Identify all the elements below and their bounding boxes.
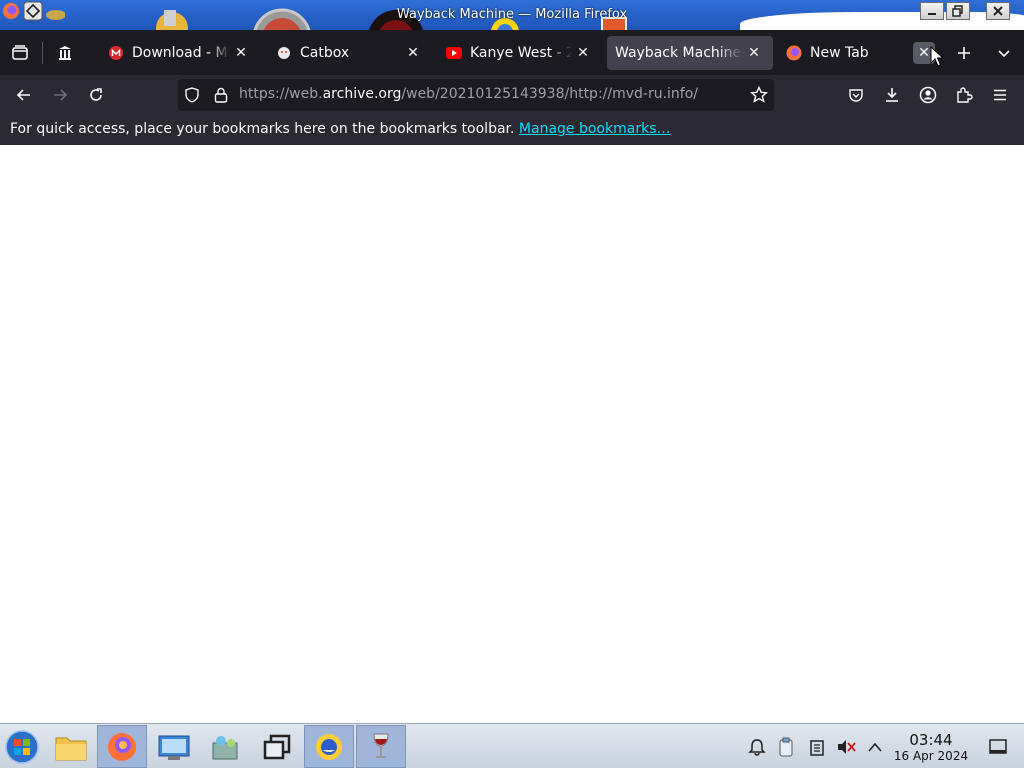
firefox-view-icon: [12, 45, 28, 60]
url-path: /web/20210125143938/http://mvd-ru.info/: [401, 86, 699, 102]
tab-youtube[interactable]: Kanye West - 2001 ✕: [438, 36, 602, 70]
taskbar-system-settings[interactable]: [149, 725, 199, 768]
tab-wayback-machine[interactable]: Wayback Machine ✕: [607, 36, 773, 70]
tab-mega[interactable]: Download - MEGA ✕: [100, 36, 260, 70]
puzzle-icon: [957, 87, 973, 103]
reload-button[interactable]: [80, 79, 112, 111]
clock-date[interactable]: 16 Apr 2024: [890, 749, 972, 763]
app-menu-button[interactable]: [984, 79, 1016, 111]
installer-icon: [212, 735, 238, 759]
taskbar-file-manager[interactable]: [46, 725, 96, 768]
taskbar-window-switcher[interactable]: [252, 725, 302, 768]
close-tab-icon[interactable]: ✕: [230, 42, 252, 64]
lock-icon[interactable]: [213, 86, 229, 108]
firefox-icon: [108, 732, 136, 761]
tab-label: Wayback Machine: [615, 45, 742, 61]
maximize-button[interactable]: [946, 2, 970, 20]
navigation-toolbar: https://web.archive.org/web/202101251439…: [0, 75, 1024, 115]
folder-icon: [55, 737, 87, 760]
monitor-settings-icon: [158, 735, 190, 760]
close-tab-icon[interactable]: ✕: [572, 42, 594, 64]
tray-expand-chevron-icon[interactable]: [864, 736, 886, 758]
mouse-cursor-icon: [930, 45, 945, 72]
firefox-view-button[interactable]: [4, 37, 36, 69]
new-tab-button[interactable]: [948, 37, 980, 69]
taskbar: 03:44 16 Apr 2024: [0, 723, 1024, 768]
bookmark-star-icon[interactable]: [750, 85, 768, 108]
window-title: Wayback Machine — Mozilla Firefox: [396, 7, 628, 22]
tracking-protection-shield-icon[interactable]: [184, 87, 200, 107]
taskbar-wine-app[interactable]: [304, 725, 354, 768]
tab-new-tab[interactable]: New Tab ✕: [778, 36, 943, 70]
window-titlebar: Wayback Machine — Mozilla Firefox: [0, 0, 1024, 30]
account-button[interactable]: [912, 79, 944, 111]
plus-icon: [958, 47, 970, 59]
tab-label: Catbox: [300, 45, 350, 61]
manage-bookmarks-link[interactable]: Manage bookmarks…: [519, 121, 671, 137]
download-icon: [886, 88, 898, 102]
window-switcher-icon: [263, 734, 291, 759]
taskbar-wine-glass[interactable]: [356, 725, 406, 768]
youtube-icon: [446, 45, 462, 61]
pocket-icon: [849, 89, 863, 102]
reload-icon: [90, 88, 102, 101]
close-tab-icon[interactable]: ✕: [743, 42, 765, 64]
windows-start-icon: [5, 729, 39, 764]
back-button[interactable]: [8, 79, 40, 111]
wine-glass-icon: [373, 733, 389, 758]
chevron-down-icon: [998, 50, 1010, 58]
address-bar[interactable]: https://web.archive.org/web/202101251439…: [178, 79, 774, 111]
volume-muted-icon[interactable]: [835, 736, 857, 758]
account-icon: [919, 86, 937, 104]
mega-icon: [108, 45, 124, 61]
pinned-tab-archive[interactable]: [49, 37, 81, 69]
extensions-button[interactable]: [948, 79, 980, 111]
taskbar-software-installer[interactable]: [200, 725, 250, 768]
bookmarks-empty-message: For quick access, place your bookmarks h…: [10, 121, 515, 137]
minimize-button[interactable]: [920, 2, 944, 20]
hamburger-menu-icon: [994, 89, 1006, 101]
show-desktop-icon[interactable]: [987, 736, 1009, 758]
tab-label: Kanye West - 2001: [470, 45, 572, 61]
url-text[interactable]: https://web.archive.org/web/202101251439…: [239, 86, 698, 102]
taskbar-firefox[interactable]: [97, 725, 147, 768]
notifications-icon[interactable]: [746, 736, 768, 758]
tab-catbox[interactable]: Catbox ✕: [268, 36, 432, 70]
start-menu-button[interactable]: [0, 725, 44, 768]
forward-button[interactable]: [44, 79, 76, 111]
tab-label: Download - MEGA: [132, 45, 230, 61]
url-prefix: https://web.: [239, 86, 323, 102]
tab-label: New Tab: [810, 45, 869, 61]
tab-strip: Download - MEGA ✕ Catbox ✕ Kanye West - …: [0, 30, 1024, 75]
archive-building-icon: [59, 46, 71, 60]
pocket-button[interactable]: [840, 79, 872, 111]
list-all-tabs-button[interactable]: [988, 37, 1020, 69]
clipboard-app-icon[interactable]: [775, 736, 797, 758]
firefox-icon: [786, 45, 802, 61]
bookmarks-toolbar: For quick access, place your bookmarks h…: [0, 115, 1024, 145]
close-window-button[interactable]: [986, 2, 1010, 20]
clock-time[interactable]: 03:44: [890, 731, 972, 749]
page-content-area[interactable]: [0, 145, 1024, 723]
arrow-left-icon: [16, 89, 30, 101]
starburst-app-icon: [316, 733, 342, 760]
catbox-icon: [276, 45, 292, 61]
close-tab-icon[interactable]: ✕: [402, 42, 424, 64]
clipboard-icon[interactable]: [806, 736, 828, 758]
tab-separator: [42, 42, 43, 64]
downloads-button[interactable]: [876, 79, 908, 111]
arrow-right-icon: [54, 89, 68, 101]
url-domain: archive.org: [322, 86, 402, 102]
